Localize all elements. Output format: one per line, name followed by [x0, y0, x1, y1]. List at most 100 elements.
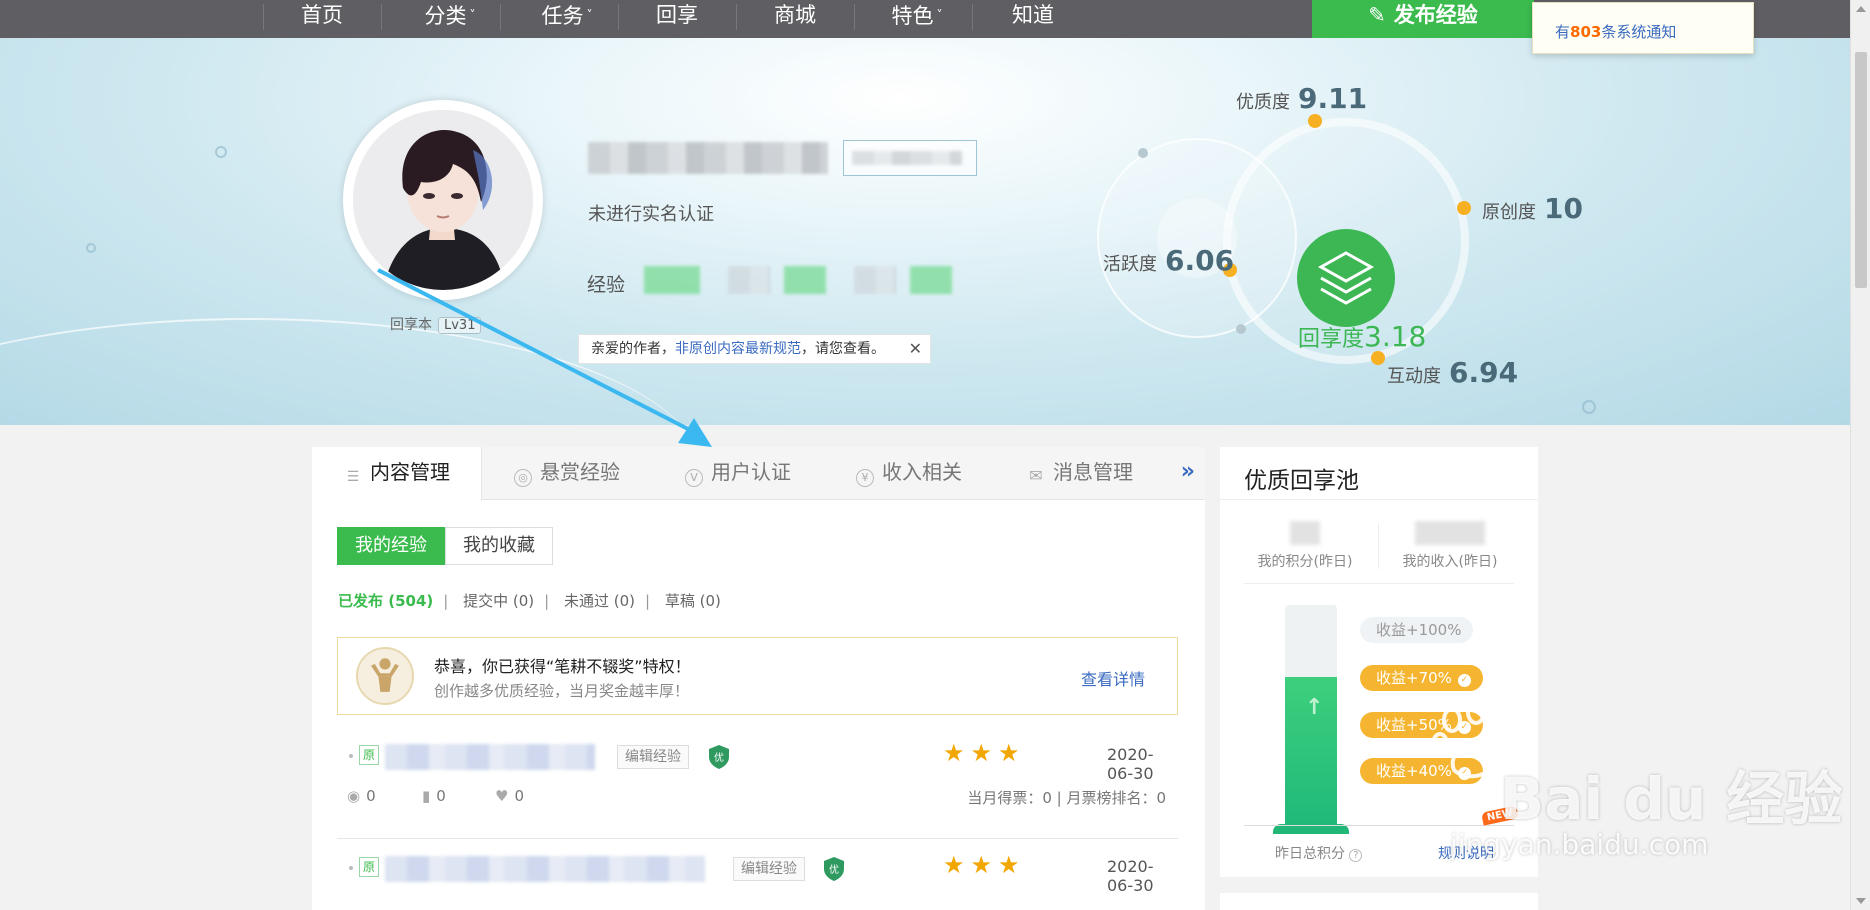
experience-value-redacted — [644, 266, 700, 294]
filter-submitting[interactable]: 提交中 (0) — [463, 592, 534, 610]
original-tag: 原 — [359, 857, 379, 877]
divider — [1378, 523, 1379, 569]
list-icon: ☰ — [346, 469, 360, 485]
publish-date: 2020-06-30 — [1107, 745, 1154, 783]
experience-value-redacted — [854, 266, 896, 294]
gauge-fill: ↑ — [1285, 677, 1337, 830]
filter-published[interactable]: 已发布 (504) — [338, 592, 433, 610]
divider — [1244, 583, 1514, 584]
help-icon[interactable]: ? — [1349, 849, 1363, 862]
system-notification-popup[interactable]: 有803条系统通知 — [1532, 2, 1754, 54]
check-icon: ✓ — [1457, 721, 1471, 734]
activity-score: 活跃度 6.06 — [1103, 244, 1235, 277]
profile-banner: 回享本 Lv31 未进行实名认证 经验 亲爱的作者，非原创内容最新规范，请您查看。… — [0, 38, 1850, 425]
nav-item-mall[interactable]: 商城 — [725, 0, 865, 38]
tab-messages[interactable]: ✉ 消息管理 — [1027, 447, 1133, 500]
quality-share-pool-panel: 优质回享池 我的积分(昨日) 我的收入(昨日) ↑ 收益+100% 收益+70%… — [1220, 447, 1538, 877]
points-gauge: ↑ — [1285, 605, 1337, 830]
my-favorites-tab[interactable]: 我的收藏 — [445, 527, 553, 565]
tab-bar: ☰ 内容管理 ◎ 悬赏经验 V 用户认证 ¥ 收入相关 ✉ 消息管理 » — [312, 447, 1205, 501]
original-tag: 原 — [359, 745, 379, 765]
filter-drafts[interactable]: 草稿 (0) — [665, 592, 721, 610]
yesterday-total-points: 昨日总积分 ? — [1275, 843, 1363, 863]
divider — [1220, 499, 1538, 500]
vertical-scrollbar[interactable] — [1850, 0, 1870, 910]
originality-score: 原创度 10 — [1482, 192, 1583, 225]
nav-item-home[interactable]: 首页 — [252, 0, 392, 38]
tab-user-verification[interactable]: V 用户认证 — [685, 447, 791, 500]
new-badge: NEW — [1481, 805, 1520, 826]
edit-experience-button[interactable]: 编辑经验 — [733, 857, 805, 881]
income-value-redacted — [1415, 521, 1485, 545]
tier-50: 收益+50% ✓ — [1360, 712, 1483, 738]
tier-100: 收益+100% — [1360, 617, 1474, 643]
publish-date: 2020-06-30 — [1107, 857, 1154, 895]
chevron-down-icon: ˅ — [586, 8, 593, 22]
level-badge: Lv31 — [438, 317, 482, 334]
avatar-caption: 回享本 Lv31 — [390, 314, 482, 334]
experience-value-redacted — [910, 266, 952, 294]
views-count: ◉ 0 — [347, 787, 376, 805]
quality-shield-icon: 优 — [709, 745, 729, 769]
label-redacted — [852, 151, 962, 165]
more-tabs-icon[interactable]: » — [1181, 459, 1195, 484]
decorative-bubble — [86, 243, 96, 253]
realname-verification-status: 未进行实名认证 — [588, 204, 714, 225]
chevron-down-icon: ˅ — [936, 8, 943, 22]
scroll-down-arrow-icon[interactable] — [1856, 898, 1866, 904]
votes-count: ▮ 0 — [422, 787, 446, 805]
svg-text:优: 优 — [829, 863, 839, 876]
decorative-bubble — [215, 146, 227, 158]
tab-reward-experience[interactable]: ◎ 悬赏经验 — [514, 447, 620, 500]
ring-node — [1138, 148, 1148, 158]
tier-40: 收益+40% ✓ — [1360, 758, 1483, 784]
pen-icon: ✎ — [1368, 3, 1386, 27]
avatar[interactable] — [343, 100, 543, 300]
close-icon[interactable]: ✕ — [909, 335, 922, 363]
verify-icon: V — [685, 469, 703, 487]
username-redacted — [588, 142, 828, 174]
svg-text:优: 优 — [714, 751, 724, 764]
award-details-link[interactable]: 查看详情 — [1081, 666, 1145, 690]
my-points-stat: 我的积分(昨日) — [1240, 521, 1370, 571]
heart-icon: ♥ — [495, 787, 509, 805]
rules-link[interactable]: 规则说明 — [1438, 843, 1494, 863]
publish-experience-button[interactable]: ✎ 发布经验 — [1312, 0, 1534, 38]
list-item: 原 编辑经验 优 ★★★ 2020-06-30 — [337, 730, 1178, 783]
my-experience-tab[interactable]: 我的经验 — [337, 527, 445, 565]
row-divider — [337, 838, 1178, 839]
filter-rejected[interactable]: 未通过 (0) — [564, 592, 635, 610]
award-title: 恭喜，你已获得“笔耕不辍奖”特权！ — [434, 657, 691, 676]
check-icon: ✓ — [1457, 767, 1471, 780]
tier-70: 收益+70% ✓ — [1360, 665, 1483, 691]
avatar-image — [353, 110, 533, 290]
experience-value-redacted — [784, 266, 826, 294]
experience-title[interactable] — [385, 744, 595, 770]
arrow-up-icon: ↑ — [1305, 695, 1324, 720]
chevron-down-icon: ˅ — [469, 8, 476, 22]
bullet — [349, 866, 353, 870]
scroll-up-arrow-icon[interactable] — [1856, 6, 1866, 12]
edit-experience-button[interactable]: 编辑经验 — [617, 745, 689, 769]
scroll-thumb[interactable] — [1855, 52, 1867, 288]
tab-income[interactable]: ¥ 收入相关 — [856, 447, 962, 500]
bullet — [349, 754, 353, 758]
list-item-stats: ◉ 0 ▮ 0 ♥ 0 当月得票：0 | 月票榜排名：0 — [337, 787, 1178, 821]
trophy-icon — [356, 647, 414, 705]
yen-icon: ¥ — [856, 469, 874, 487]
status-filters: 已发布 (504) | 提交中 (0) | 未通过 (0) | 草稿 (0) — [338, 592, 721, 610]
rating-stars: ★★★ — [943, 851, 1026, 879]
watermark-brand: Bai du 经验 — [1500, 765, 1843, 833]
list-item: 原 编辑经验 优 ★★★ 2020-06-30 — [337, 842, 1178, 895]
eye-icon: ◉ — [347, 787, 361, 805]
experience-title[interactable] — [385, 856, 705, 882]
quality-shield-icon: 优 — [824, 857, 844, 881]
policy-tip: 亲爱的作者，非原创内容最新规范，请您查看。 ✕ — [578, 334, 931, 364]
tab-content-management[interactable]: ☰ 内容管理 — [312, 447, 482, 501]
profile-action-button[interactable] — [843, 140, 977, 176]
experience-value-redacted — [728, 266, 770, 294]
monthly-vote-info: 当月得票：0 | 月票榜排名：0 — [967, 789, 1166, 807]
content-management-panel: ☰ 内容管理 ◎ 悬赏经验 V 用户认证 ¥ 收入相关 ✉ 消息管理 » 我的经验 我的收… — [312, 447, 1205, 910]
policy-link[interactable]: 非原创内容最新规范 — [675, 341, 801, 357]
nav-item-zhidao[interactable]: 知道 — [963, 0, 1103, 38]
